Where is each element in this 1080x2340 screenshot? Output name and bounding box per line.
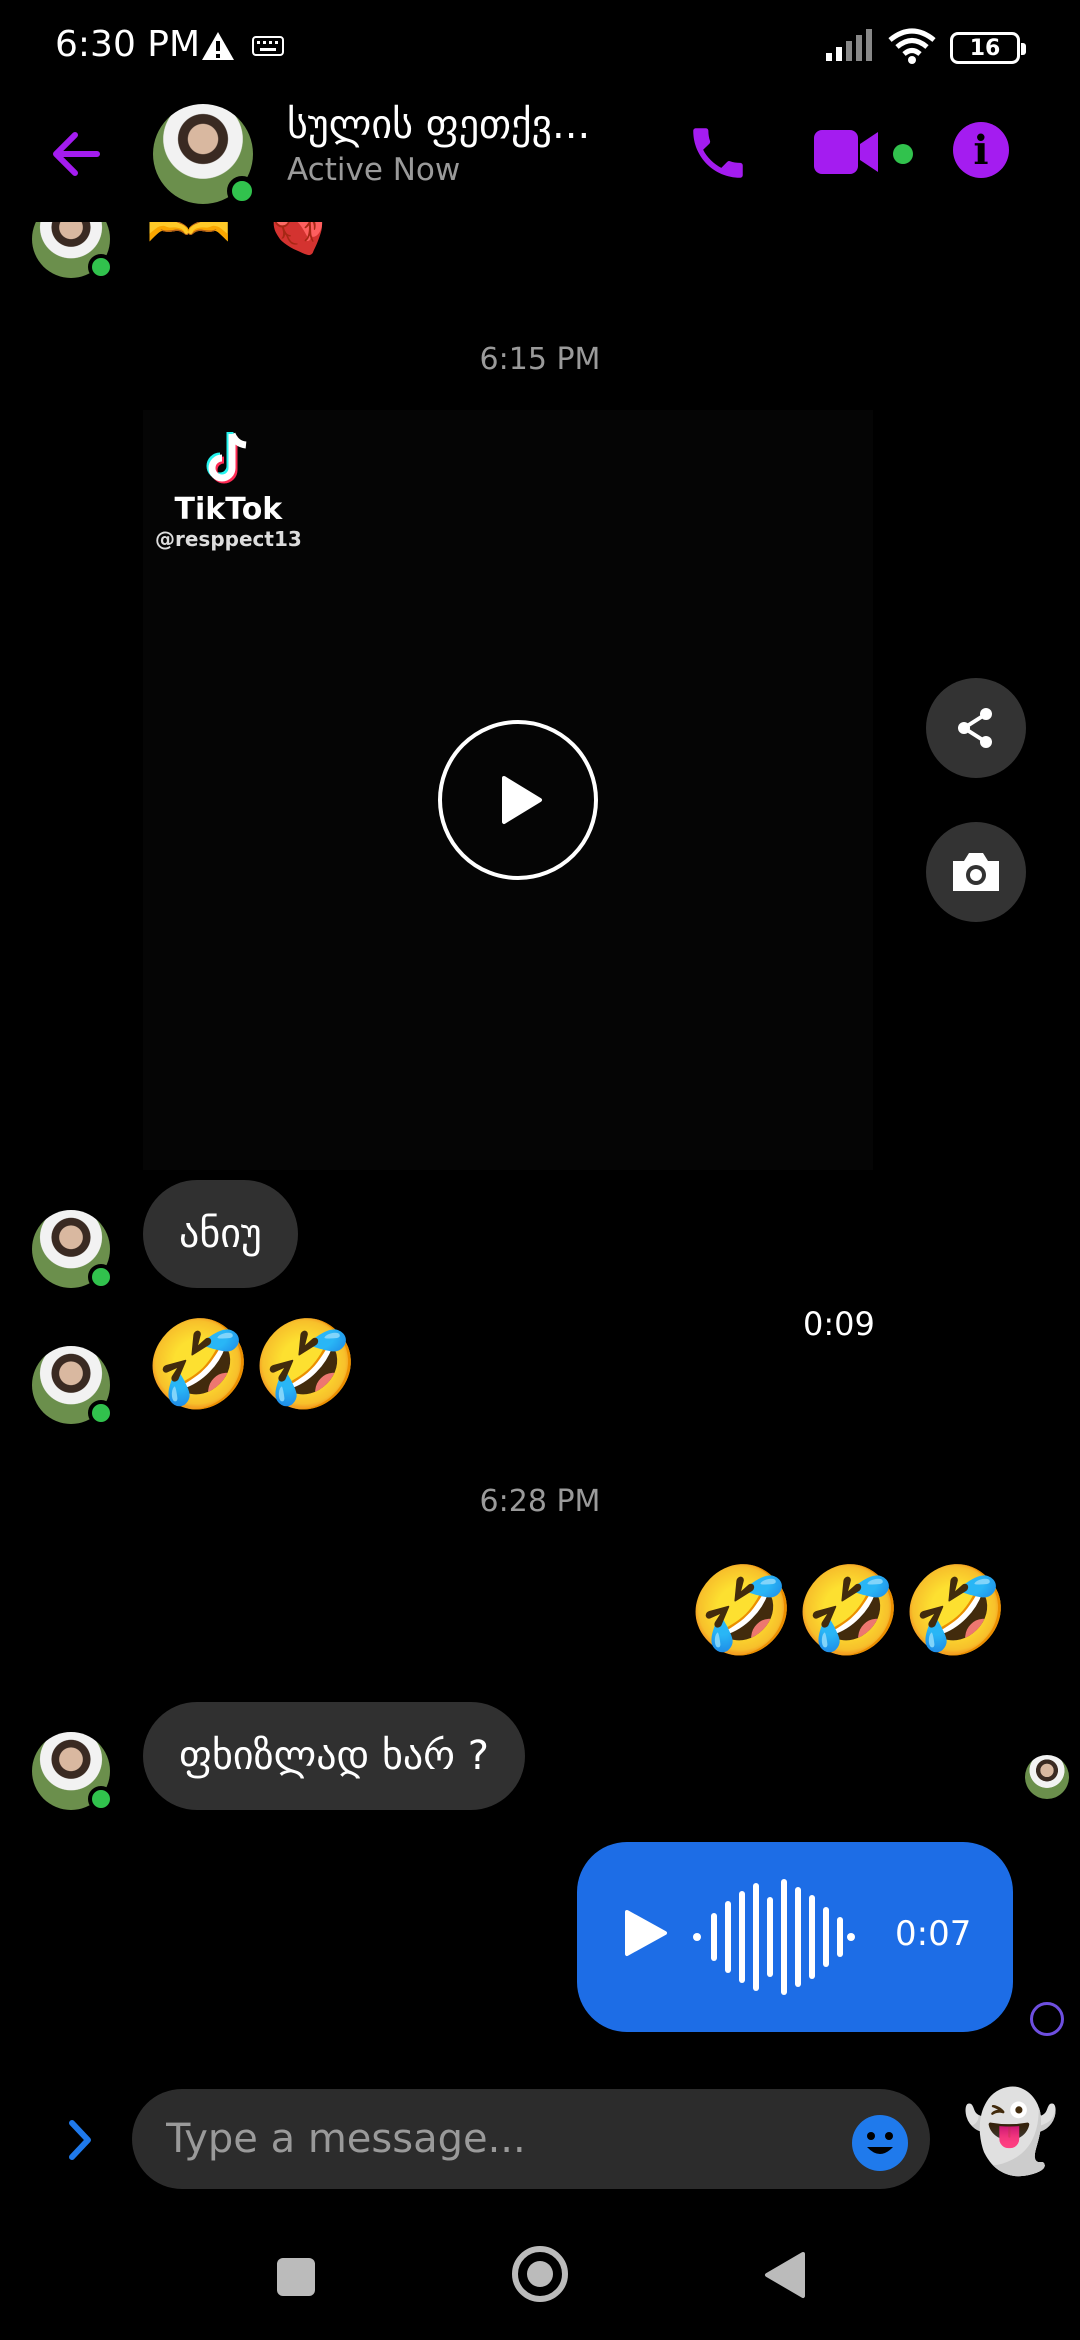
battery-level: 16 xyxy=(969,35,1001,61)
ghost-sticker-button[interactable]: 👻 xyxy=(962,2093,1059,2171)
status-indicators: 16 xyxy=(824,28,1026,68)
signal-icon xyxy=(824,29,874,67)
contact-avatar[interactable] xyxy=(153,104,257,206)
home-button[interactable] xyxy=(512,2246,568,2302)
video-source-name: TikTok xyxy=(174,492,283,527)
emoji-button[interactable] xyxy=(852,2115,908,2171)
keyboard-icon xyxy=(252,36,284,60)
sender-avatar[interactable] xyxy=(32,1210,114,1290)
video-source-handle: @resppect13 xyxy=(155,527,302,551)
message-text: ანიუ xyxy=(179,1211,262,1257)
seen-receipt-avatar xyxy=(1025,1755,1069,1799)
conversation-header: სულის ფეთქვ... Active Now i xyxy=(0,92,1080,222)
system-back-button[interactable] xyxy=(763,2250,807,2304)
online-status-dot xyxy=(88,1786,114,1812)
waveform xyxy=(689,1877,889,2001)
message-bubble[interactable]: ფხიზლად ხარ ? xyxy=(143,1702,525,1810)
video-active-dot xyxy=(893,144,913,164)
voice-message[interactable]: 0:07 xyxy=(577,1842,1013,2032)
sender-avatar[interactable] xyxy=(32,222,114,280)
tiktok-watermark: TikTok @resppect13 xyxy=(155,428,302,551)
status-time: 6:30 PM xyxy=(55,24,201,65)
play-icon xyxy=(625,1910,667,1956)
contact-name[interactable]: სულის ფეთქვ... xyxy=(287,102,647,148)
video-duration: 0:09 xyxy=(803,1305,875,1343)
sending-status-indicator xyxy=(1030,2002,1064,2036)
video-play-button[interactable] xyxy=(438,720,598,880)
online-status-dot xyxy=(88,254,114,280)
message-emoji[interactable]: 🫶 🫀 xyxy=(145,222,342,252)
video-camera-icon xyxy=(814,130,878,174)
contact-active-status: Active Now xyxy=(287,152,461,188)
triangle-back-icon xyxy=(765,2252,805,2298)
sender-avatar[interactable] xyxy=(32,1732,114,1812)
camera-button[interactable] xyxy=(926,822,1026,922)
back-button[interactable] xyxy=(45,122,110,187)
system-navigation-bar xyxy=(0,2220,1080,2340)
online-status-dot xyxy=(227,176,257,206)
message-bubble[interactable]: ანიუ xyxy=(143,1180,298,1288)
shared-video[interactable]: TikTok @resppect13 0:09 xyxy=(143,410,875,1343)
warning-icon xyxy=(200,30,236,66)
recent-apps-button[interactable] xyxy=(277,2258,315,2296)
tiktok-logo-icon xyxy=(206,432,247,484)
chevron-right-icon xyxy=(69,2120,91,2160)
smiley-icon xyxy=(867,2132,893,2154)
video-call-button[interactable] xyxy=(812,122,902,182)
voice-duration: 0:07 xyxy=(895,1914,972,1954)
message-input[interactable] xyxy=(132,2089,930,2189)
message-timestamp: 6:15 PM xyxy=(479,342,601,377)
share-button[interactable] xyxy=(926,678,1026,778)
share-icon xyxy=(958,708,992,748)
message-timestamp: 6:28 PM xyxy=(479,1484,601,1519)
sender-avatar[interactable] xyxy=(32,1346,114,1426)
arrow-left-icon xyxy=(53,132,100,176)
message-list[interactable]: 🫶 🫀 6:15 PM TikTok @resppect13 0:09 ანიუ xyxy=(0,222,1080,2072)
message-text: ფხიზლად ხარ ? xyxy=(179,1733,489,1779)
battery-indicator: 16 xyxy=(950,32,1026,64)
online-status-dot xyxy=(88,1400,114,1426)
phone-icon xyxy=(693,128,743,178)
voice-play-button[interactable] xyxy=(617,1906,671,1964)
sent-message-emoji[interactable]: 🤣🤣🤣 xyxy=(688,1568,1009,1654)
info-button[interactable]: i xyxy=(953,122,1009,178)
camera-icon xyxy=(953,853,999,891)
status-bar: 6:30 PM 16 xyxy=(0,0,1080,92)
info-icon: i xyxy=(973,126,989,174)
wifi-icon xyxy=(888,28,936,68)
online-status-dot xyxy=(88,1264,114,1290)
voice-call-button[interactable] xyxy=(685,120,751,186)
message-emoji[interactable]: 🤣🤣 xyxy=(145,1322,359,1408)
message-composer: 👻 xyxy=(0,2085,1080,2195)
play-icon xyxy=(502,776,542,824)
expand-actions-button[interactable] xyxy=(60,2115,100,2169)
